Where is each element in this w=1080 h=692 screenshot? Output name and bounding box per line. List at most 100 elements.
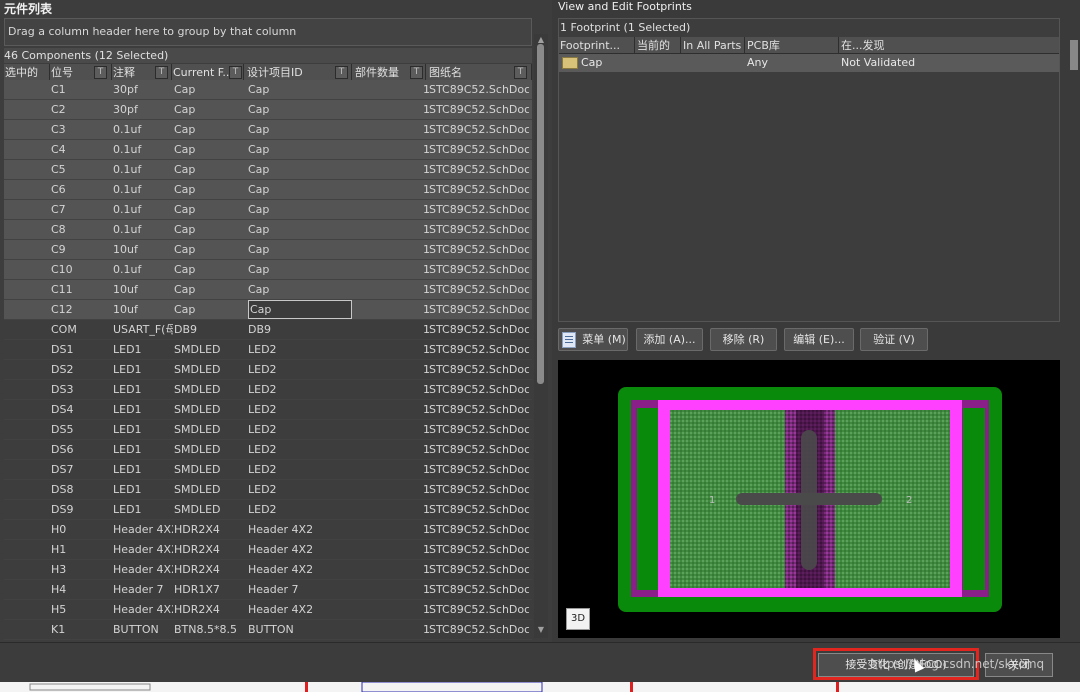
filter-icon[interactable]: T bbox=[229, 66, 242, 79]
validate-button[interactable]: 验证 (V) bbox=[860, 328, 928, 351]
current-footprint-cell[interactable]: BTN8.5*8.5 bbox=[174, 620, 244, 640]
current-footprint-cell[interactable]: HDR2X4 bbox=[174, 600, 244, 620]
current-footprint-cell[interactable]: Cap bbox=[174, 100, 244, 120]
design-item-id-cell[interactable]: Cap bbox=[248, 100, 352, 120]
current-footprint-cell[interactable]: DB9 bbox=[174, 320, 244, 340]
design-item-id-cell[interactable]: Cap bbox=[248, 80, 352, 100]
filter-icon[interactable]: T bbox=[514, 66, 527, 79]
current-footprint-cell[interactable]: SMDLED bbox=[174, 460, 244, 480]
col-header-selected[interactable]: 选中的 bbox=[4, 64, 50, 81]
current-footprint-cell[interactable]: Cap bbox=[174, 200, 244, 220]
col-header-found-in[interactable]: 在...发现 bbox=[839, 37, 1059, 54]
table-row[interactable]: DS2 LED1 SMDLED LED2 1 STC89C52.SchDoc bbox=[4, 360, 532, 380]
scroll-up-icon[interactable]: ▲ bbox=[536, 36, 546, 44]
filter-icon[interactable]: T bbox=[410, 66, 423, 79]
design-item-id-cell[interactable]: Cap bbox=[248, 200, 352, 220]
table-row[interactable]: C5 0.1uf Cap Cap 1 STC89C52.SchDoc bbox=[4, 160, 532, 180]
design-item-id-cell[interactable]: Cap bbox=[248, 160, 352, 180]
table-row[interactable]: C11 10uf Cap Cap 1 STC89C52.SchDoc bbox=[4, 280, 532, 300]
table-row[interactable]: DS4 LED1 SMDLED LED2 1 STC89C52.SchDoc bbox=[4, 400, 532, 420]
table-row[interactable]: K1 BUTTON BTN8.5*8.5 BUTTON 1 STC89C52.SchDoc bbox=[4, 620, 532, 640]
current-footprint-cell[interactable]: Cap bbox=[174, 160, 244, 180]
current-footprint-cell[interactable]: Cap bbox=[174, 180, 244, 200]
current-footprint-cell[interactable]: SMDLED bbox=[174, 340, 244, 360]
design-item-id-cell[interactable]: Cap bbox=[248, 180, 352, 200]
table-row[interactable]: C2 30pf Cap Cap 1 STC89C52.SchDoc bbox=[4, 100, 532, 120]
design-item-id-cell[interactable]: Header 7 bbox=[248, 580, 352, 600]
scroll-down-icon[interactable]: ▼ bbox=[536, 626, 546, 634]
filter-icon[interactable]: T bbox=[94, 66, 107, 79]
current-footprint-cell[interactable]: SMDLED bbox=[174, 380, 244, 400]
table-row[interactable]: H4 Header 7 HDR1X7 Header 7 1 STC89C52.SchDoc bbox=[4, 580, 532, 600]
design-item-id-cell[interactable]: Header 4X2 bbox=[248, 520, 352, 540]
table-row[interactable]: DS5 LED1 SMDLED LED2 1 STC89C52.SchDoc bbox=[4, 420, 532, 440]
design-item-id-cell[interactable]: Cap bbox=[248, 240, 352, 260]
design-item-id-cell[interactable]: Cap bbox=[248, 140, 352, 160]
current-footprint-cell[interactable]: SMDLED bbox=[174, 500, 244, 520]
table-row[interactable]: C9 10uf Cap Cap 1 STC89C52.SchDoc bbox=[4, 240, 532, 260]
current-footprint-cell[interactable]: Cap bbox=[174, 80, 244, 100]
current-footprint-cell[interactable]: SMDLED bbox=[174, 480, 244, 500]
table-row[interactable]: H3 Header 4X2 HDR2X4 Header 4X2 1 STC89C52.Sc… bbox=[4, 560, 532, 580]
current-footprint-cell[interactable]: HDR2X4 bbox=[174, 560, 244, 580]
current-footprint-cell[interactable]: SMDLED bbox=[174, 440, 244, 460]
table-row[interactable]: DS7 LED1 SMDLED LED2 1 STC89C52.SchDoc bbox=[4, 460, 532, 480]
design-item-id-cell[interactable]: Header 4X2 bbox=[248, 540, 352, 560]
current-footprint-cell[interactable]: SMDLED bbox=[174, 400, 244, 420]
design-item-id-cell[interactable]: LED2 bbox=[248, 440, 352, 460]
window-scrollbar[interactable] bbox=[1068, 40, 1080, 640]
current-footprint-cell[interactable]: Cap bbox=[174, 260, 244, 280]
design-item-id-cell[interactable]: Header 4X2 bbox=[248, 560, 352, 580]
filter-icon[interactable]: T bbox=[335, 66, 348, 79]
current-footprint-cell[interactable]: Cap bbox=[174, 300, 244, 320]
table-row[interactable]: C8 0.1uf Cap Cap 1 STC89C52.SchDoc bbox=[4, 220, 532, 240]
current-footprint-cell[interactable]: SMDLED bbox=[174, 360, 244, 380]
current-footprint-cell[interactable]: SMDLED bbox=[174, 420, 244, 440]
col-header-pcb-lib[interactable]: PCB库 bbox=[745, 37, 839, 54]
table-row[interactable]: H5 Header 4X2 HDR2X4 Header 4X2 1 STC89C52.Sc… bbox=[4, 600, 532, 620]
component-list-scrollbar[interactable]: ▲ ▼ bbox=[534, 34, 548, 638]
design-item-id-cell[interactable]: LED2 bbox=[248, 380, 352, 400]
footprint-preview[interactable]: 1 2 3D bbox=[558, 360, 1060, 638]
3d-toggle-button[interactable]: 3D bbox=[566, 608, 590, 630]
current-footprint-cell[interactable]: Cap bbox=[174, 240, 244, 260]
current-footprint-cell[interactable]: Cap bbox=[174, 280, 244, 300]
table-row[interactable]: C4 0.1uf Cap Cap 1 STC89C52.SchDoc bbox=[4, 140, 532, 160]
table-row[interactable]: C12 10uf Cap Cap 1 STC89C52.SchDoc bbox=[4, 300, 532, 320]
table-row[interactable]: C3 0.1uf Cap Cap 1 STC89C52.SchDoc bbox=[4, 120, 532, 140]
design-item-id-cell[interactable]: LED2 bbox=[248, 340, 352, 360]
current-footprint-cell[interactable]: HDR1X7 bbox=[174, 580, 244, 600]
col-header-in-all-parts[interactable]: In All Parts bbox=[681, 37, 745, 54]
design-item-id-cell[interactable]: Cap bbox=[248, 120, 352, 140]
table-row[interactable]: DS9 LED1 SMDLED LED2 1 STC89C52.SchDoc bbox=[4, 500, 532, 520]
table-row[interactable]: H0 Header 4X2 HDR2X4 Header 4X2 1 STC89C52.Sc… bbox=[4, 520, 532, 540]
design-item-id-cell[interactable]: Cap bbox=[248, 220, 352, 240]
menu-button[interactable]: 菜单 (M) bbox=[558, 328, 628, 351]
add-button[interactable]: 添加 (A)... bbox=[636, 328, 703, 351]
design-item-id-cell[interactable]: LED2 bbox=[248, 420, 352, 440]
remove-button[interactable]: 移除 (R) bbox=[710, 328, 777, 351]
current-footprint-cell[interactable]: HDR2X4 bbox=[174, 520, 244, 540]
table-row[interactable]: C10 0.1uf Cap Cap 1 STC89C52.SchDoc bbox=[4, 260, 532, 280]
design-item-id-cell[interactable]: Cap bbox=[248, 280, 352, 300]
table-row[interactable]: COMUSART_F(母头)DB9DB91STC89C52.SchDoc bbox=[4, 320, 532, 340]
design-item-id-cell[interactable]: Cap bbox=[248, 260, 352, 280]
design-item-id-cell[interactable]: Cap bbox=[248, 300, 352, 319]
design-item-id-cell[interactable]: LED2 bbox=[248, 460, 352, 480]
group-by-area[interactable]: Drag a column header here to group by th… bbox=[4, 18, 532, 46]
design-item-id-cell[interactable]: LED2 bbox=[248, 500, 352, 520]
col-header-current[interactable]: 当前的 bbox=[635, 37, 681, 54]
design-item-id-cell[interactable]: DB9 bbox=[248, 320, 352, 340]
design-item-id-cell[interactable]: LED2 bbox=[248, 360, 352, 380]
table-row[interactable]: C1 30pf Cap Cap 1 STC89C52.SchDoc bbox=[4, 80, 532, 100]
edit-button[interactable]: 编辑 (E)... bbox=[784, 328, 854, 351]
filter-icon[interactable]: T bbox=[155, 66, 168, 79]
design-item-id-cell[interactable]: LED2 bbox=[248, 400, 352, 420]
table-row[interactable]: C6 0.1uf Cap Cap 1 STC89C52.SchDoc bbox=[4, 180, 532, 200]
table-row[interactable]: H1 Header 4X2 HDR2X4 Header 4X2 1 STC89C52.Sc… bbox=[4, 540, 532, 560]
table-row[interactable]: C7 0.1uf Cap Cap 1 STC89C52.SchDoc bbox=[4, 200, 532, 220]
table-row[interactable]: DS1 LED1 SMDLED LED2 1 STC89C52.SchDoc bbox=[4, 340, 532, 360]
current-footprint-cell[interactable]: Cap bbox=[174, 120, 244, 140]
scrollbar-thumb[interactable] bbox=[1070, 40, 1078, 70]
current-footprint-cell[interactable]: HDR2X4 bbox=[174, 540, 244, 560]
